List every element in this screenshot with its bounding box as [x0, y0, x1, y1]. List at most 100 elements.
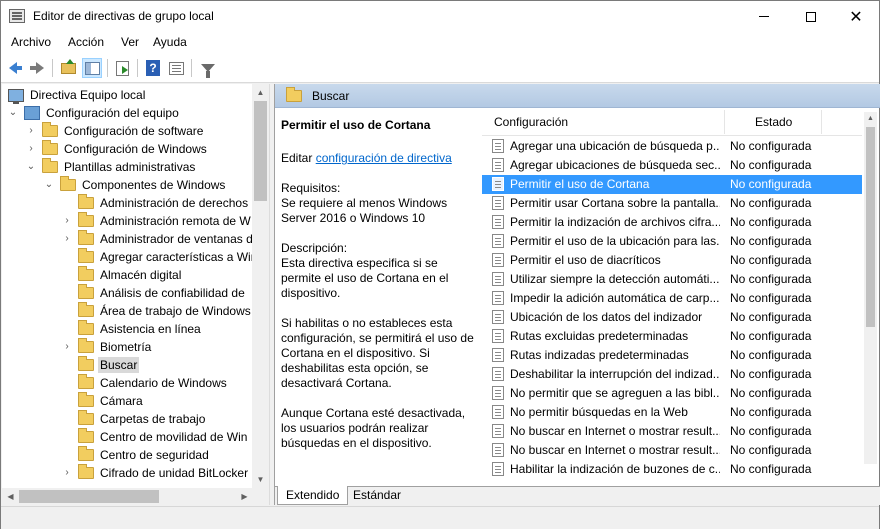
chevron-right-icon[interactable]: ›	[62, 234, 72, 244]
tree-item[interactable]: Buscar	[2, 356, 262, 374]
tree-scroll-thumb[interactable]	[254, 101, 267, 201]
up-one-level-button[interactable]	[58, 58, 78, 78]
settings-row[interactable]: Impedir la adición automática de carp...…	[482, 289, 862, 308]
scroll-up-icon[interactable]: ▲	[864, 112, 877, 125]
close-button[interactable]: ✕	[833, 1, 879, 32]
scroll-down-icon[interactable]: ▼	[252, 471, 269, 488]
tree-item[interactable]: Agregar características a Win	[2, 248, 262, 266]
menu-archivo[interactable]: Archivo	[11, 35, 51, 49]
folder-icon	[78, 410, 94, 425]
tree-item[interactable]: ⌄ Componentes de Windows	[2, 176, 262, 194]
policy-setting-icon	[492, 291, 504, 305]
chevron-down-icon[interactable]: ⌄	[44, 180, 54, 190]
settings-row[interactable]: Deshabilitar la interrupción del indizad…	[482, 365, 862, 384]
settings-row[interactable]: Habilitar la indización de buzones de c.…	[482, 460, 862, 479]
setting-state: No configurada	[730, 367, 812, 381]
settings-scroll-thumb[interactable]	[866, 127, 875, 327]
setting-name: Rutas excluidas predeterminadas	[510, 329, 689, 343]
setting-name: Deshabilitar la interrupción del indizad…	[510, 367, 720, 381]
scroll-up-icon[interactable]: ▲	[252, 84, 269, 101]
settings-row[interactable]: No permitir que se agreguen a las bibl..…	[482, 384, 862, 403]
menu-ayuda[interactable]: Ayuda	[153, 35, 187, 49]
chevron-right-icon[interactable]: ›	[62, 216, 72, 226]
back-button[interactable]	[5, 58, 25, 78]
tree-item[interactable]: Centro de movilidad de Win	[2, 428, 262, 446]
settings-row[interactable]: No permitir búsquedas en la Web No config…	[482, 403, 862, 422]
setting-name: Permitir el uso de la ubicación para las…	[510, 234, 720, 248]
settings-list-header: Configuración Estado	[482, 108, 862, 136]
scroll-right-icon[interactable]: ▶	[236, 488, 253, 505]
properties-button[interactable]	[166, 58, 186, 78]
tree-item[interactable]: Directiva Equipo local	[2, 86, 262, 104]
tree-horizontal-scrollbar[interactable]: ◀ ▶	[2, 488, 269, 505]
tree-item[interactable]: › Administrador de ventanas d	[2, 230, 262, 248]
tree-item-label: Administración remota de W	[100, 214, 251, 228]
chevron-right-icon[interactable]: ›	[62, 468, 72, 478]
help-button[interactable]: ?	[143, 58, 163, 78]
show-hide-tree-button[interactable]	[82, 58, 102, 78]
forward-button[interactable]	[28, 58, 48, 78]
settings-row[interactable]: Rutas indizadas predeterminadas No config…	[482, 346, 862, 365]
tree-item[interactable]: › Biometría	[2, 338, 262, 356]
column-header-estado[interactable]: Estado	[755, 115, 792, 129]
tree-item[interactable]: Área de trabajo de Windows	[2, 302, 262, 320]
tab-extendido[interactable]: Extendido	[277, 486, 349, 505]
scroll-left-icon[interactable]: ◀	[2, 488, 19, 505]
setting-state: No configurada	[730, 158, 812, 172]
filter-button[interactable]	[198, 58, 218, 78]
tree-hscroll-thumb[interactable]	[19, 490, 159, 503]
tree-item[interactable]: Cámara	[2, 392, 262, 410]
column-divider[interactable]	[724, 110, 725, 134]
tree-item[interactable]: Centro de seguridad	[2, 446, 262, 464]
tree-item[interactable]: Asistencia en línea	[2, 320, 262, 338]
maximize-button[interactable]	[788, 1, 834, 32]
settings-row[interactable]: Ubicación de los datos del indizador No c…	[482, 308, 862, 327]
toolbar: ?	[1, 53, 879, 83]
settings-vertical-scrollbar[interactable]: ▲	[864, 112, 877, 464]
column-divider[interactable]	[821, 110, 822, 134]
tree-item-label: Configuración de software	[64, 124, 204, 138]
edit-policy-link[interactable]: configuración de directiva	[316, 151, 452, 165]
tree-item[interactable]: › Configuración de Windows	[2, 140, 262, 158]
settings-row[interactable]: No buscar en Internet o mostrar result..…	[482, 441, 862, 460]
settings-row[interactable]: Permitir el uso de diacríticos No configu…	[482, 251, 862, 270]
export-list-button[interactable]	[112, 58, 132, 78]
export-list-icon	[115, 60, 129, 76]
chevron-down-icon[interactable]: ⌄	[8, 108, 18, 118]
chevron-right-icon[interactable]: ›	[26, 126, 36, 136]
tab-estandar[interactable]: Estándar	[345, 486, 409, 505]
tree-item[interactable]: › Administración remota de W	[2, 212, 262, 230]
description-para-2: Aunque Cortana esté desactivada, los usu…	[281, 406, 466, 450]
minimize-button[interactable]	[741, 1, 787, 32]
chevron-down-icon[interactable]: ⌄	[26, 162, 36, 172]
tree-item-label: Análisis de confiabilidad de	[100, 286, 245, 300]
tree-item[interactable]: Calendario de Windows	[2, 374, 262, 392]
settings-row[interactable]: No buscar en Internet o mostrar result..…	[482, 422, 862, 441]
tree-item[interactable]: Almacén digital	[2, 266, 262, 284]
settings-row[interactable]: Permitir el uso de la ubicación para las…	[482, 232, 862, 251]
column-header-configuracion[interactable]: Configuración	[494, 115, 568, 129]
tree-item[interactable]: Administración de derechos	[2, 194, 262, 212]
settings-row[interactable]: Rutas excluidas predeterminadas No config…	[482, 327, 862, 346]
tree-item[interactable]: Análisis de confiabilidad de	[2, 284, 262, 302]
menu-accion[interactable]: Acción	[68, 35, 104, 49]
tree-item[interactable]: Carpetas de trabajo	[2, 410, 262, 428]
chevron-right-icon[interactable]: ›	[26, 144, 36, 154]
tree-item-label: Calendario de Windows	[100, 376, 227, 390]
settings-row[interactable]: Permitir la indización de archivos cifra…	[482, 213, 862, 232]
tree-vertical-scrollbar[interactable]: ▲ ▼	[252, 84, 269, 488]
tree-item[interactable]: ⌄ Plantillas administrativas	[2, 158, 262, 176]
settings-row[interactable]: Utilizar siempre la detección automáti..…	[482, 270, 862, 289]
policy-setting-icon	[492, 196, 504, 210]
settings-list[interactable]: Configuración Estado Agregar una ubicaci…	[482, 108, 862, 476]
menu-ver[interactable]: Ver	[121, 35, 139, 49]
tree-item[interactable]: ⌄ Configuración del equipo	[2, 104, 262, 122]
tree-pane[interactable]: Directiva Equipo local ⌄ Configuración del…	[2, 84, 270, 505]
settings-row[interactable]: Agregar ubicaciones de búsqueda sec... No…	[482, 156, 862, 175]
settings-row[interactable]: Permitir el uso de Cortana No configurada	[482, 175, 862, 194]
chevron-right-icon[interactable]: ›	[62, 342, 72, 352]
settings-row[interactable]: Agregar una ubicación de búsqueda p... No…	[482, 137, 862, 156]
tree-item[interactable]: › Configuración de software	[2, 122, 262, 140]
tree-item[interactable]: › Cifrado de unidad BitLocker	[2, 464, 262, 482]
settings-row[interactable]: Permitir usar Cortana sobre la pantalla.…	[482, 194, 862, 213]
